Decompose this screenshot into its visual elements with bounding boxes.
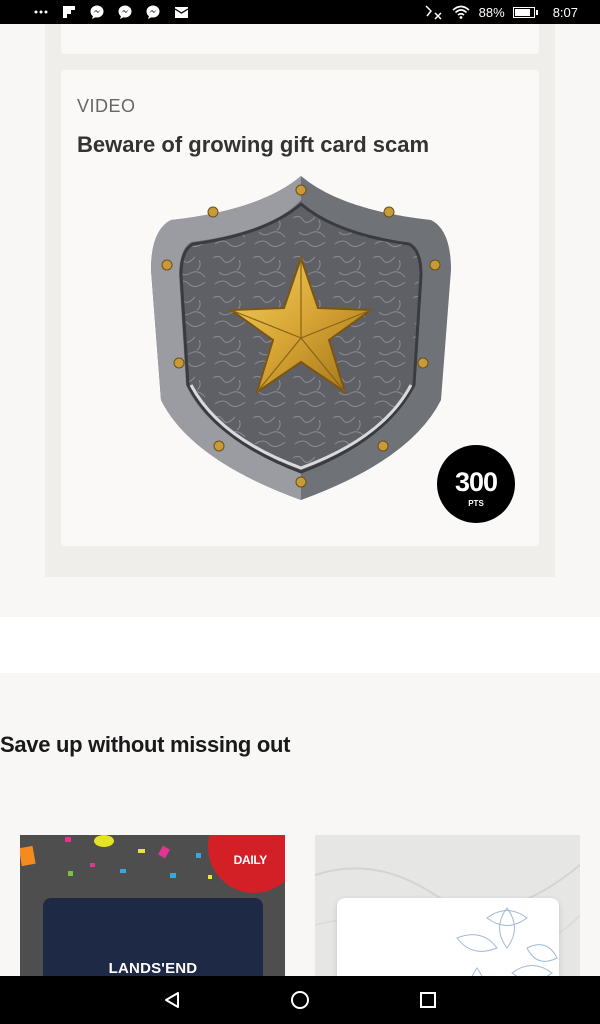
system-icons: 88% 8:07 [423, 0, 578, 24]
home-button[interactable] [288, 988, 312, 1012]
points-unit: PTS [468, 499, 484, 508]
flipboard-icon [62, 5, 76, 19]
back-icon [165, 992, 179, 1008]
home-icon [291, 991, 309, 1009]
navigation-bar [0, 976, 600, 1024]
savings-section-title: Save up without missing out [0, 732, 291, 757]
bluetooth-off-icon [423, 5, 443, 20]
promo-card-2[interactable] [315, 835, 580, 976]
gift-card-image [337, 898, 559, 976]
battery-icon [512, 6, 538, 18]
recents-button[interactable] [416, 988, 440, 1012]
video-card[interactable]: VIDEO Beware of growing gift card scam 3… [61, 70, 539, 546]
previous-card-bottom[interactable] [61, 24, 539, 54]
feed-container: VIDEO Beware of growing gift card scam 3… [45, 24, 555, 577]
section-divider [0, 617, 600, 673]
promo-card-lands-end[interactable]: DAILY LANDS'END [20, 835, 285, 976]
card-title[interactable]: Beware of growing gift card scam [77, 132, 429, 158]
messenger-icon [118, 5, 132, 19]
clock: 8:07 [552, 4, 578, 20]
email-icon [174, 5, 188, 19]
messenger-icon [146, 5, 160, 19]
notification-icons [0, 5, 188, 19]
back-button[interactable] [160, 988, 184, 1012]
floral-pattern [456, 907, 558, 976]
battery-percent: 88% [478, 4, 505, 20]
messenger-icon [90, 5, 104, 19]
card-kicker: VIDEO [77, 96, 136, 116]
more-icon [34, 5, 48, 19]
daily-badge-label: DAILY [233, 853, 268, 867]
gift-card-image: LANDS'END [43, 898, 263, 976]
wifi-icon [451, 5, 471, 19]
recents-icon [420, 992, 436, 1008]
card-image[interactable] [131, 170, 471, 515]
status-bar: 88% 8:07 [0, 0, 600, 24]
battery-fill [514, 8, 530, 16]
brand-logo-text: LANDS'END [108, 960, 198, 976]
points-value: 300 [454, 467, 498, 497]
shield-star-icon [151, 176, 451, 500]
points-badge: 300 PTS [437, 445, 515, 523]
